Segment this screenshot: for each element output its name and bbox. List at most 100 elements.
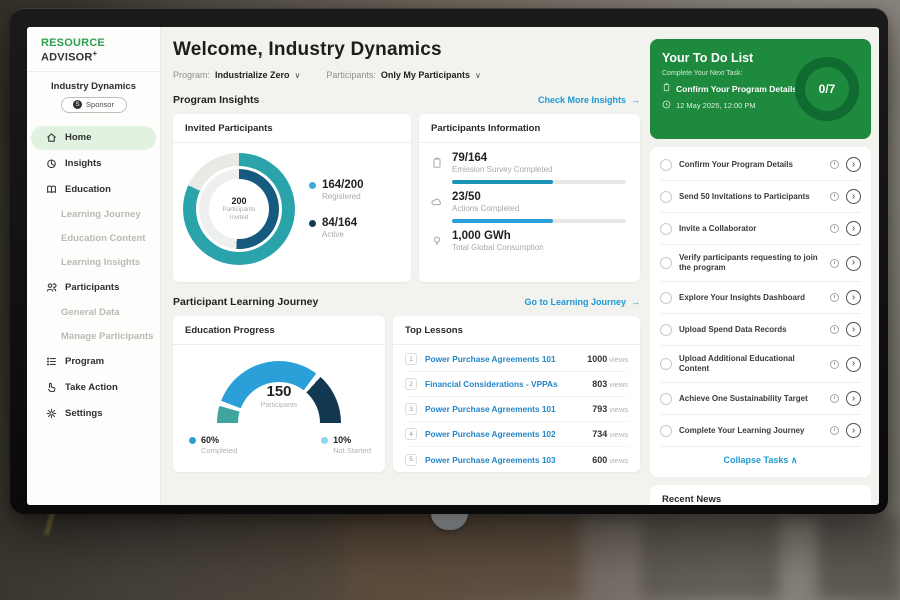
- clock-icon: [830, 192, 839, 201]
- sidebar-item-settings[interactable]: Settings: [31, 402, 156, 426]
- monitor-bezel: RESOURCE ADVISOR+ Industry Dynamics S Sp…: [10, 8, 888, 514]
- task-checkbox[interactable]: [660, 393, 672, 405]
- clock-icon: [830, 224, 839, 233]
- chevron-right-icon[interactable]: ›: [846, 189, 861, 204]
- insights-cards-row: Invited Participants 200 Participants In…: [173, 114, 640, 282]
- survey-icon: [431, 152, 444, 184]
- program-filter-value: Industrialize Zero: [215, 70, 290, 80]
- learning-cards-row: Education Progress 150 Participants: [173, 316, 640, 472]
- room-blur-shape: [640, 516, 780, 600]
- sidebar-item-home[interactable]: Home: [31, 126, 156, 150]
- metric-emission-survey: 79/164 Emission Survey Completed: [431, 152, 626, 184]
- chevron-down-icon: ∨: [475, 71, 481, 80]
- todo-task[interactable]: Achieve One Sustainability Target ›: [660, 383, 861, 415]
- task-checkbox[interactable]: [660, 324, 672, 336]
- progress-bar-fill: [452, 180, 553, 184]
- education-progress-title: Education Progress: [173, 316, 385, 345]
- task-checkbox[interactable]: [660, 159, 672, 171]
- lesson-row: 4 Power Purchase Agreements 102 734views: [405, 422, 628, 447]
- task-checkbox[interactable]: [660, 257, 672, 269]
- top-lessons-title: Top Lessons: [393, 316, 640, 345]
- clock-icon: [830, 325, 839, 334]
- sidebar-item-manage-participants[interactable]: Manage Participants: [31, 326, 156, 348]
- sidebar-item-general-data[interactable]: General Data: [31, 302, 156, 324]
- filters-row: Program: Industrialize Zero ∨ Participan…: [173, 70, 640, 80]
- chevron-right-icon[interactable]: ›: [846, 157, 861, 172]
- metric-actions-completed: 23/50 Actions Completed: [431, 191, 626, 223]
- chevron-right-icon[interactable]: ›: [846, 357, 861, 372]
- learning-journey-title: Participant Learning Journey: [173, 296, 318, 308]
- todo-task[interactable]: Upload Additional Educational Content ›: [660, 346, 861, 383]
- arrow-right-icon: →: [631, 297, 640, 307]
- org-name: Industry Dynamics: [27, 81, 160, 92]
- lesson-link[interactable]: Power Purchase Agreements 103: [425, 455, 584, 465]
- clock-icon: [830, 259, 839, 268]
- sidebar-item-learning-journey[interactable]: Learning Journey: [31, 204, 156, 226]
- program-insights-header: Program Insights Check More Insights →: [173, 94, 640, 106]
- go-to-learning-journey-link[interactable]: Go to Learning Journey →: [524, 297, 640, 307]
- arrow-right-icon: →: [631, 95, 640, 105]
- task-checkbox[interactable]: [660, 358, 672, 370]
- chevron-down-icon: ∨: [295, 71, 301, 80]
- task-checkbox[interactable]: [660, 191, 672, 203]
- lesson-row: 3 Power Purchase Agreements 101 793views: [405, 397, 628, 422]
- logo-text-primary: RESOURCE: [41, 37, 105, 49]
- legend-dot: [309, 182, 316, 189]
- task-checkbox[interactable]: [660, 292, 672, 304]
- dashboard-screen: RESOURCE ADVISOR+ Industry Dynamics S Sp…: [27, 27, 879, 505]
- sidebar-item-insights[interactable]: Insights: [31, 152, 156, 176]
- sidebar-menu: Home Insights Education Learning Journey…: [27, 125, 160, 427]
- sidebar-item-education-content[interactable]: Education Content: [31, 228, 156, 250]
- todo-task[interactable]: Invite a Collaborator ›: [660, 213, 861, 245]
- task-checkbox[interactable]: [660, 425, 672, 437]
- task-checkbox[interactable]: [660, 223, 672, 235]
- top-lessons-card: Top Lessons 1 Power Purchase Agreements …: [393, 316, 640, 472]
- progress-bar-fill: [452, 219, 553, 223]
- recent-news-card: Recent News: [650, 485, 871, 505]
- chevron-right-icon[interactable]: ›: [846, 256, 861, 271]
- check-more-insights-link[interactable]: Check More Insights →: [538, 95, 640, 105]
- lesson-link[interactable]: Power Purchase Agreements 101: [425, 354, 579, 364]
- sidebar-item-education[interactable]: Education: [31, 178, 156, 202]
- todo-task[interactable]: Send 50 Invitations to Participants ›: [660, 181, 861, 213]
- sidebar-item-take-action[interactable]: Take Action: [31, 376, 156, 400]
- todo-tasks-card: Confirm Your Program Details › Send 50 I…: [650, 147, 871, 477]
- invited-participants-card: Invited Participants 200 Participants In…: [173, 114, 411, 282]
- lesson-link[interactable]: Financial Considerations - VPPAs: [425, 379, 584, 389]
- sponsor-badge[interactable]: S Sponsor: [61, 97, 127, 113]
- collapse-tasks-link[interactable]: Collapse Tasks ∧: [660, 447, 861, 475]
- hand-icon: [45, 382, 57, 394]
- sidebar-item-program[interactable]: Program: [31, 350, 156, 374]
- legend-item-registered: 164/200 Registered: [309, 179, 364, 201]
- sidebar-item-participants[interactable]: Participants: [31, 276, 156, 300]
- education-progress-gauge-chart: 150 Participants: [217, 361, 341, 423]
- chevron-right-icon[interactable]: ›: [846, 221, 861, 236]
- lesson-rank: 1: [405, 353, 417, 365]
- lesson-link[interactable]: Power Purchase Agreements 102: [425, 429, 584, 439]
- chevron-up-icon: ∧: [791, 455, 798, 465]
- chevron-right-icon[interactable]: ›: [846, 391, 861, 406]
- chevron-right-icon[interactable]: ›: [846, 290, 861, 305]
- invited-participants-donut-chart: 200 Participants Invited: [183, 153, 295, 265]
- clock-icon: [830, 293, 839, 302]
- participants-filter-dropdown[interactable]: Participants: Only My Participants ∨: [326, 70, 480, 80]
- lesson-link[interactable]: Power Purchase Agreements 101: [425, 404, 584, 414]
- todo-task[interactable]: Explore Your Insights Dashboard ›: [660, 282, 861, 314]
- todo-task[interactable]: Confirm Your Program Details ›: [660, 149, 861, 181]
- todo-task[interactable]: Verify participants requesting to join t…: [660, 245, 861, 282]
- leaf-icon: [431, 191, 444, 223]
- book-icon: [45, 184, 57, 196]
- todo-task[interactable]: Upload Spend Data Records ›: [660, 314, 861, 346]
- chevron-right-icon[interactable]: ›: [846, 322, 861, 337]
- sidebar-item-learning-insights[interactable]: Learning Insights: [31, 252, 156, 274]
- todo-task[interactable]: Complete Your Learning Journey ›: [660, 415, 861, 447]
- lesson-rank: 2: [405, 378, 417, 390]
- logo-plus: +: [93, 49, 98, 58]
- program-filter-dropdown[interactable]: Program: Industrialize Zero ∨: [173, 70, 300, 80]
- chevron-right-icon[interactable]: ›: [846, 423, 861, 438]
- program-insights-title: Program Insights: [173, 94, 259, 106]
- todo-progress-value: 0/7: [819, 82, 836, 96]
- clock-icon: [830, 426, 839, 435]
- lesson-row: 2 Financial Considerations - VPPAs 803vi…: [405, 372, 628, 397]
- invited-participants-body: 200 Participants Invited 164/200: [173, 143, 411, 265]
